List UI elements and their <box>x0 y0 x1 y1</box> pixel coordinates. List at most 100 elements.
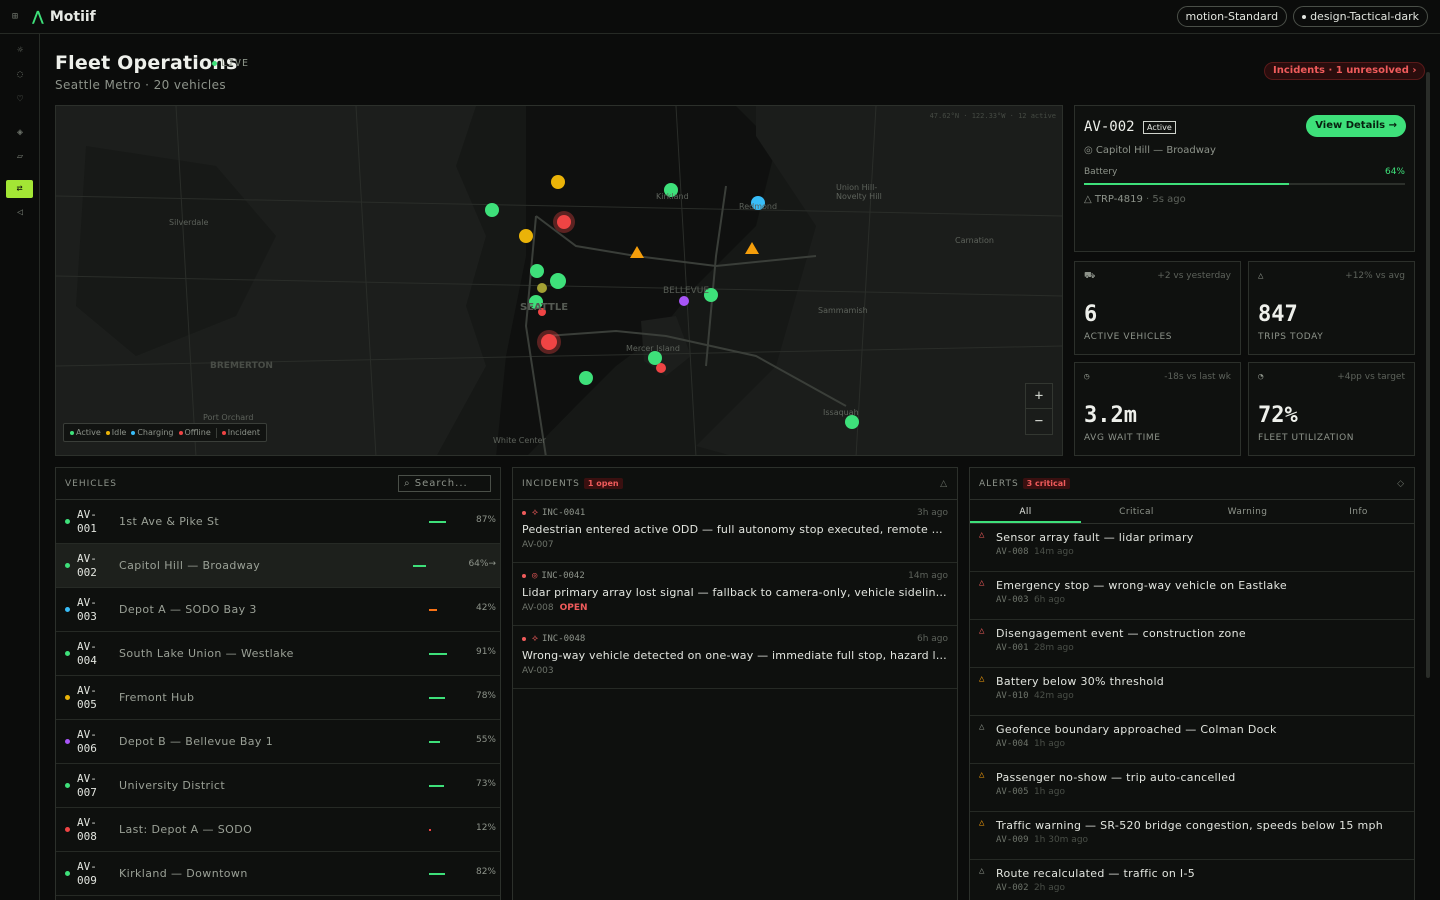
map-legend: Active Idle Charging Offline Incident <box>63 423 268 442</box>
alert-severity-icon: △ <box>979 626 985 636</box>
zoom-in-button[interactable]: + <box>1026 384 1052 409</box>
vehicle-row[interactable]: AV- 002 Capitol Hill — Broadway 64%→ <box>56 544 500 588</box>
motion-chip[interactable]: motion-Standard <box>1176 6 1288 27</box>
vehicle-marker <box>656 363 666 373</box>
incident-vehicle: AV-008 OPEN <box>522 603 588 613</box>
battery-bar <box>429 697 469 699</box>
battery-fill <box>1084 183 1290 185</box>
vehicle-location: Last: Depot A — SODO <box>119 823 253 836</box>
view-details-button[interactable]: View Details → <box>1306 115 1406 137</box>
kpi-value: 3.2m <box>1084 403 1137 428</box>
alert-row[interactable]: △ Emergency stop — wrong-way vehicle on E… <box>970 572 1414 620</box>
vehicle-id: AV- 001 <box>77 507 97 535</box>
kpi-value: 72% <box>1258 403 1298 428</box>
vehicle-row[interactable]: AV- 001 1st Ave & Pike St 87% <box>56 500 500 544</box>
incident-row[interactable]: ⟡ INC-0041 3h ago Pedestrian entered active… <box>513 500 957 563</box>
incident-row[interactable]: ◎ INC-0042 14m ago Lidar primary array lost… <box>513 563 957 626</box>
battery-bar <box>429 609 469 611</box>
palette-icon[interactable]: ◌ <box>10 66 30 84</box>
alert-row[interactable]: △ Route recalculated — traffic on I-5 AV-0… <box>970 860 1414 900</box>
vehicle-id: AV- 003 <box>77 595 97 623</box>
battery-percent: 87% <box>475 515 496 525</box>
alert-severity-icon: △ <box>979 530 985 540</box>
map-canvas <box>56 106 1062 455</box>
battery-bar <box>429 873 469 875</box>
vehicle-row[interactable]: AV- 008 Last: Depot A — SODO 12% <box>56 808 500 852</box>
battery-bar <box>429 653 469 655</box>
map-label: BREMERTON <box>210 361 273 371</box>
tab-all[interactable]: All <box>970 500 1081 523</box>
incident-header: ⟡ INC-0048 <box>522 634 948 644</box>
vehicle-row[interactable]: AV- 007 University District 73% <box>56 764 500 808</box>
alert-text: Route recalculated — traffic on I-5 <box>996 867 1196 880</box>
battery-percent: 91% <box>475 647 496 657</box>
incident-vehicle: AV-007 <box>522 540 554 550</box>
tab-critical[interactable]: Critical <box>1081 500 1192 523</box>
vehicle-marker <box>550 273 566 289</box>
logo-icon: ⋀ <box>32 8 44 25</box>
sidebar-toggle-icon[interactable]: ⊞ <box>12 11 18 22</box>
battery-percent: 82% <box>475 867 496 877</box>
status-dot <box>65 871 70 876</box>
vehicle-row[interactable]: AV- 009 Kirkland — Downtown 82% <box>56 852 500 896</box>
car-icon: ⛟ <box>1084 271 1096 281</box>
incidents-badge[interactable]: Incidents · 1 unresolved › <box>1264 62 1426 80</box>
battery-fill <box>413 565 426 567</box>
incident-row[interactable]: ⟡ INC-0048 6h ago Wrong-way vehicle detecte… <box>513 626 957 689</box>
alert-row[interactable]: △ Traffic warning — SR-520 bridge congest… <box>970 812 1414 860</box>
status-dot <box>65 607 70 612</box>
map-label: Sammamish <box>818 306 868 315</box>
vehicle-row[interactable]: AV- 003 Depot A — SODO Bay 3 42% <box>56 588 500 632</box>
component-icon[interactable]: ◈ <box>10 124 30 142</box>
vehicle-marker <box>551 175 565 189</box>
tab-info[interactable]: Info <box>1303 500 1414 523</box>
fleet-map[interactable]: 47.62°N · 122.33°W · 12 active Silverdal… <box>55 105 1063 456</box>
alert-severity-icon: △ <box>979 770 985 780</box>
brand[interactable]: ⋀ Motiif <box>32 9 96 25</box>
vehicle-row[interactable]: AV- 006 Depot B — Bellevue Bay 1 55% <box>56 720 500 764</box>
vehicle-location: South Lake Union — Westlake <box>119 647 294 660</box>
vehicle-row[interactable]: AV- 005 Fremont Hub 78% <box>56 676 500 720</box>
vehicle-location: Kirkland — Downtown <box>119 867 248 880</box>
alert-text: Emergency stop — wrong-way vehicle on Ea… <box>996 579 1287 592</box>
vehicle-location: Depot B — Bellevue Bay 1 <box>119 735 274 748</box>
incident-time: 3h ago <box>916 508 948 518</box>
vehicle-row[interactable]: AV- 004 South Lake Union — Westlake 91% <box>56 632 500 676</box>
fleet-nav-icon[interactable]: ⇄ <box>6 180 33 198</box>
critical-count-badge: 3 critical <box>1022 478 1070 489</box>
page-scrollbar[interactable] <box>1426 72 1430 678</box>
battery-label: Battery <box>1084 167 1118 177</box>
incident-icon: ⟡ <box>532 508 538 518</box>
sun-icon[interactable]: ☼ <box>10 42 30 60</box>
alert-severity-icon: △ <box>979 578 985 588</box>
battery-fill <box>429 609 437 611</box>
alert-tabs: All Critical Warning Info <box>970 500 1414 524</box>
kpi-label: ACTIVE VEHICLES <box>1084 332 1173 342</box>
heart-icon[interactable]: ♡ <box>10 91 30 109</box>
tab-warning[interactable]: Warning <box>1192 500 1303 523</box>
layers-icon[interactable]: ▱ <box>10 148 30 166</box>
vehicle-marker <box>530 264 544 278</box>
panel-title: ALERTS <box>979 478 1019 489</box>
panel-title: VEHICLES <box>65 478 117 489</box>
battery-bar <box>429 741 469 743</box>
triangle-icon: △ <box>1258 271 1264 281</box>
alert-meta: AV-002 2h ago <box>996 883 1065 893</box>
alert-meta: AV-004 1h ago <box>996 739 1065 749</box>
incident-marker <box>557 215 571 229</box>
alert-row[interactable]: △ Disengagement event — construction zone… <box>970 620 1414 668</box>
zoom-out-button[interactable]: − <box>1026 409 1052 434</box>
vehicle-search-input[interactable]: ⌕ Search... <box>398 475 491 492</box>
incident-list: ⟡ INC-0041 3h ago Pedestrian entered active… <box>513 500 957 689</box>
alert-row[interactable]: △ Sensor array fault — lidar primary AV-00… <box>970 524 1414 572</box>
megaphone-icon[interactable]: ◁ <box>10 204 30 222</box>
alert-row[interactable]: △ Battery below 30% threshold AV-010 42m a… <box>970 668 1414 716</box>
alert-severity-icon: △ <box>979 674 985 684</box>
vehicle-marker <box>648 351 662 365</box>
map-label: BELLEVUE <box>663 286 710 296</box>
alert-row[interactable]: △ Passenger no-show — trip auto-cancelled… <box>970 764 1414 812</box>
open-status: OPEN <box>559 603 588 613</box>
alert-row[interactable]: △ Geofence boundary approached — Colman D… <box>970 716 1414 764</box>
vehicle-marker <box>579 371 593 385</box>
design-chip[interactable]: design-Tactical-dark <box>1293 6 1428 27</box>
